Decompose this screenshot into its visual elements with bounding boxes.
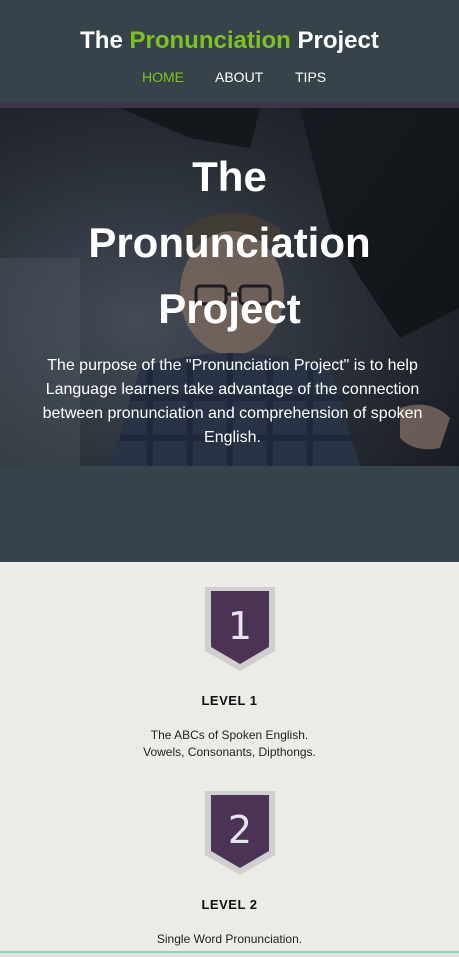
main-nav: HOME ABOUT TIPS [0, 67, 459, 87]
level-2-title[interactable]: LEVEL 2 [0, 897, 459, 913]
level-1-number: 1 [228, 604, 252, 648]
site-header: The Pronunciation Project HOME ABOUT TIP… [0, 0, 459, 102]
nav-item-about[interactable]: ABOUT [215, 68, 263, 86]
bottom-strip [0, 953, 459, 957]
hero-description: The purpose of the "Pronunciation Projec… [42, 357, 423, 446]
levels-section: 1 LEVEL 1 The ABCs of Spoken English. Vo… [0, 562, 459, 951]
site-title-prefix: The [80, 27, 130, 54]
level-1-description-line1: The ABCs of Spoken English. [150, 728, 309, 742]
nav-item-tips[interactable]: TIPS [295, 68, 326, 86]
level-1-description-line2: Vowels, Consonants, Dipthongs. [143, 745, 316, 759]
hero-bottom-band [0, 466, 459, 562]
hero-title-line1: The [192, 153, 267, 200]
site-title[interactable]: The Pronunciation Project [0, 26, 459, 56]
hero-title: The Pronunciation Project [40, 144, 419, 342]
level-2-number: 2 [228, 808, 252, 852]
site-title-accent: Pronunciation [129, 27, 291, 54]
level-1-title[interactable]: LEVEL 1 [0, 693, 459, 709]
hero-title-line3: Project [158, 285, 301, 332]
site-title-suffix: Project [290, 27, 379, 54]
hero-section: The Pronunciation Project The purpose of… [0, 108, 459, 466]
level-1-badge-icon[interactable]: 1 [203, 585, 277, 673]
level-2-badge-icon[interactable]: 2 [203, 789, 277, 877]
hero-title-line2: Pronunciation [88, 219, 371, 266]
level-2-description-line1: Single Word Pronunciation. [156, 932, 303, 946]
nav-item-home[interactable]: HOME [142, 68, 184, 86]
